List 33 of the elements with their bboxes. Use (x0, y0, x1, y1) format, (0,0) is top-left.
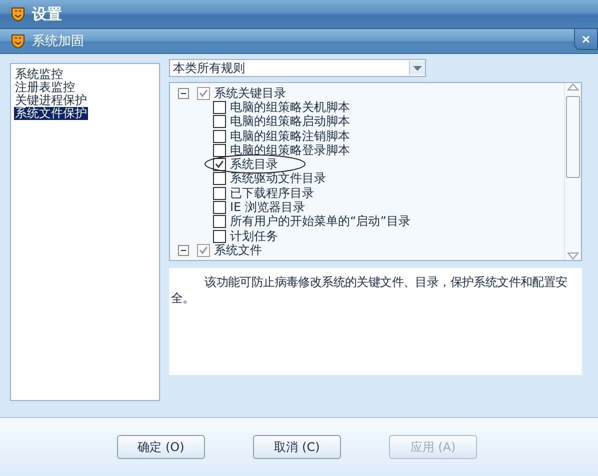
checkbox[interactable] (213, 230, 226, 243)
checkbox[interactable] (213, 144, 226, 157)
scroll-up-icon[interactable] (567, 83, 579, 91)
checkbox[interactable] (213, 130, 226, 143)
tree-item[interactable]: 已下载程序目录 (230, 184, 314, 202)
dialog-button[interactable]: 取消 (C) (253, 435, 341, 459)
scroll-down-icon[interactable] (567, 252, 579, 260)
checkbox[interactable] (213, 186, 226, 200)
category-item[interactable]: 系统监控 (14, 68, 64, 81)
window-title: 设置 (32, 4, 62, 24)
checkbox[interactable] (213, 201, 226, 214)
checkbox[interactable] (213, 215, 226, 228)
checkbox[interactable] (213, 158, 226, 172)
scrollbar[interactable] (564, 83, 581, 260)
tree-item[interactable]: 系统驱动文件目录 (230, 170, 326, 188)
dialog-button[interactable]: 确定 (O) (117, 435, 205, 459)
shield-icon (10, 6, 26, 22)
checkbox[interactable] (197, 244, 210, 257)
dialog-title: 系统加固 (32, 33, 84, 50)
category-item[interactable]: 注册表监控 (14, 81, 76, 94)
caret-icon (413, 66, 422, 70)
collapse-toggle[interactable] (178, 244, 189, 256)
description-text: 该功能可防止病毒修改系统的关键文件、目录，保护系统文件和配置安全。 (171, 274, 568, 306)
checkbox[interactable] (213, 100, 226, 114)
checkbox[interactable] (197, 86, 210, 100)
category-item[interactable]: 系统文件保护 (14, 107, 88, 120)
collapse-toggle[interactable] (178, 88, 189, 99)
rule-dropdown[interactable]: 本类所有规则 (169, 59, 426, 77)
checkbox[interactable] (213, 172, 226, 186)
tree-item[interactable]: 电脑的组策略启动脚本 (230, 113, 350, 130)
shield-icon (10, 33, 26, 49)
checkbox[interactable] (213, 115, 226, 128)
category-item[interactable]: 关键进程保护 (14, 94, 88, 107)
